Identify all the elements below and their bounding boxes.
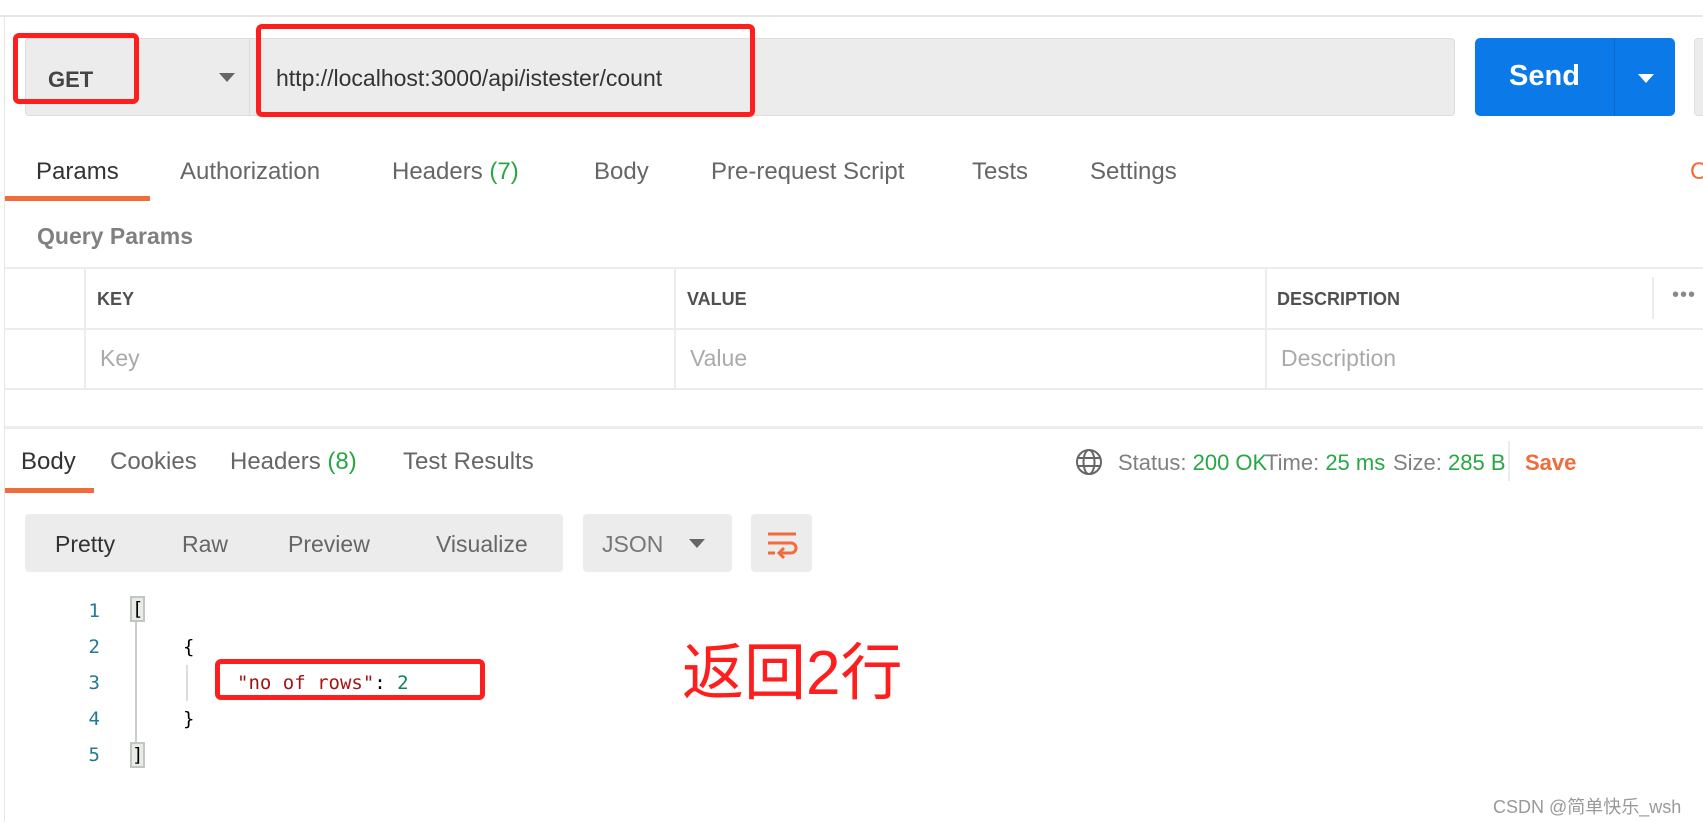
send-label: Send [1509,60,1580,92]
json-open-brace: { [183,636,195,658]
status-value: 200 OK [1192,450,1268,475]
column-header-key: KEY [97,289,135,309]
active-tab-indicator [5,196,150,201]
view-pretty[interactable]: Pretty [55,531,115,558]
time-readout: Time: 25 ms [1265,450,1385,476]
view-visualize[interactable]: Visualize [436,531,528,558]
watermark: CSDN @简单快乐_wsh [1493,797,1682,817]
headers-count: (7) [489,158,519,185]
status-readout: Status: 200 OK [1118,450,1267,476]
format-value: JSON [602,531,664,557]
format-select[interactable]: JSON [583,514,732,572]
tab-headers[interactable]: Headers (7) [392,158,519,186]
line-number: 3 [88,672,100,694]
annotation-box-method [13,33,139,104]
annotation-box-url [256,24,755,117]
json-close-brace: } [183,708,195,730]
indent-guide [135,620,137,745]
response-divider [5,426,1703,429]
table-top-border [5,267,1703,269]
size-label: Size: [1393,450,1442,475]
json-open-bracket: [ [129,596,146,622]
top-divider [0,15,1703,17]
key-input[interactable]: Key [100,345,140,372]
size-readout: Size: 285 B [1393,450,1506,476]
tab-authorization[interactable]: Authorization [180,158,320,186]
cookies-link[interactable]: C [1690,158,1703,186]
save-request-button[interactable] [1694,38,1703,116]
line-number: 2 [88,636,100,658]
globe-icon[interactable] [1074,447,1104,477]
send-divider [1614,38,1615,116]
table-header-border [5,328,1703,330]
json-close-bracket: ] [129,742,146,768]
wrap-lines-icon[interactable] [751,514,812,572]
line-number: 4 [88,708,100,730]
column-header-value: VALUE [687,289,747,309]
col-divider [674,267,676,389]
indent-guide [186,665,188,701]
more-options-icon[interactable]: ••• [1672,284,1696,307]
response-headers-count: (8) [327,448,357,475]
col-divider [1265,267,1267,389]
active-response-tab-indicator [5,488,94,493]
time-value: 25 ms [1325,450,1386,475]
view-raw[interactable]: Raw [182,531,228,558]
response-tab-body[interactable]: Body [21,448,76,476]
response-tab-cookies[interactable]: Cookies [110,448,197,476]
col-divider [1652,277,1654,319]
status-label: Status: [1118,450,1187,475]
tab-settings[interactable]: Settings [1090,158,1177,186]
left-border [4,17,5,822]
view-preview[interactable]: Preview [288,531,370,558]
response-tab-test-results[interactable]: Test Results [403,448,534,476]
size-value: 285 B [1448,450,1506,475]
col-divider [84,267,86,389]
status-divider [1508,441,1510,481]
tab-headers-label: Headers [392,158,483,185]
response-headers-label: Headers [230,448,321,475]
description-input[interactable]: Description [1281,345,1396,372]
tab-tests[interactable]: Tests [972,158,1028,186]
response-tab-headers[interactable]: Headers (8) [230,448,357,476]
line-number: 5 [88,744,100,766]
line-number: 1 [88,600,100,622]
annotation-box-json [215,659,485,700]
query-params-title: Query Params [37,223,193,249]
tab-pre-request-script[interactable]: Pre-request Script [711,158,904,186]
tab-body[interactable]: Body [594,158,649,186]
save-response-button[interactable]: Save [1525,450,1576,476]
time-label: Time: [1265,450,1320,475]
table-bottom-border [5,388,1703,390]
value-input[interactable]: Value [690,345,747,372]
chevron-down-icon [219,73,235,82]
annotation-text: 返回2行 [682,639,903,708]
send-button[interactable]: Send [1475,38,1675,116]
column-header-description: DESCRIPTION [1277,289,1401,309]
tab-params[interactable]: Params [36,158,119,186]
view-mode-selector: Pretty Raw Preview Visualize [25,514,563,572]
send-options-caret-icon[interactable] [1638,74,1654,83]
chevron-down-icon [689,539,705,548]
